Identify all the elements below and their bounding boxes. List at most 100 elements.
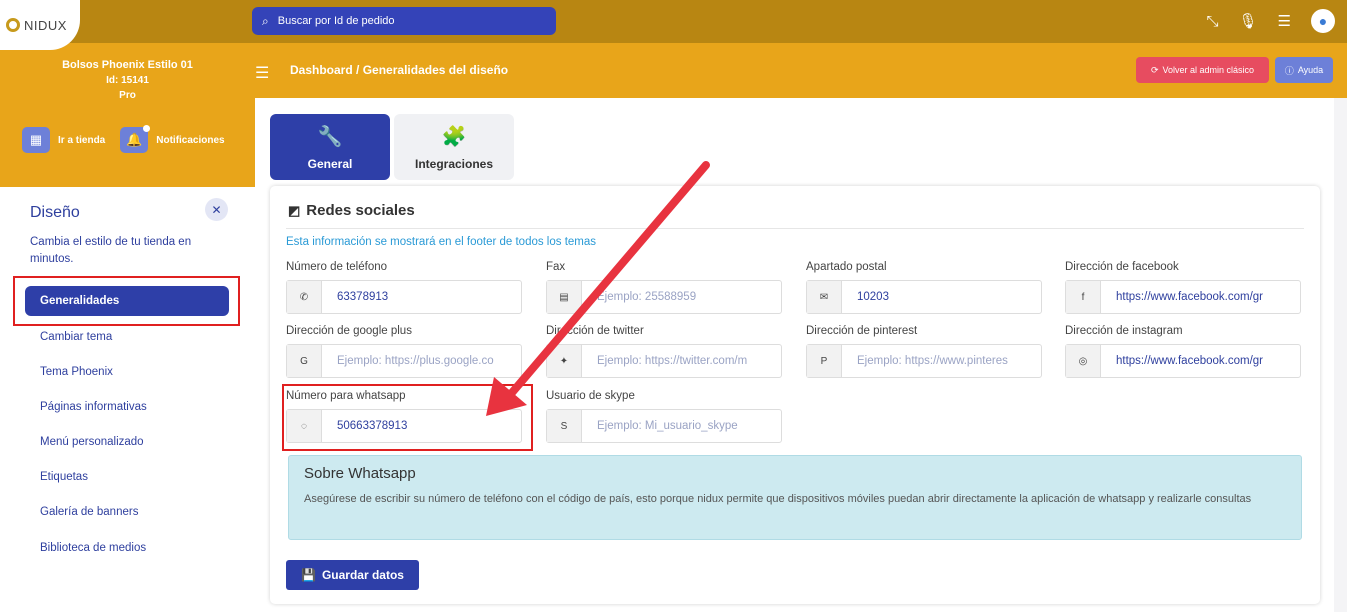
puzzle-icon: 🧩 bbox=[441, 125, 467, 148]
whatsapp-info-alert: Sobre Whatsapp Asegúrese de escribir su … bbox=[288, 455, 1302, 540]
twitter-label: Dirección de twitter bbox=[546, 325, 644, 337]
twitter-icon: ✦ bbox=[547, 345, 582, 377]
store-name: Bolsos Phoenix Estilo 01 bbox=[62, 59, 193, 71]
fax-input[interactable] bbox=[582, 281, 781, 313]
google-plus-field: Dirección de google plus G bbox=[286, 325, 522, 378]
skype-label: Usuario de skype bbox=[546, 390, 635, 402]
logo[interactable]: NIDUX bbox=[0, 0, 80, 50]
skype-input[interactable] bbox=[582, 410, 781, 442]
tab-integraciones[interactable]: 🧩 Integraciones bbox=[394, 114, 514, 180]
fax-field: Fax ▤ bbox=[546, 261, 782, 314]
whatsapp-input[interactable] bbox=[322, 410, 521, 442]
alert-text: Asegúrese de escribir su número de teléf… bbox=[304, 493, 1252, 505]
store-plan: Pro bbox=[119, 90, 136, 101]
facebook-label: Dirección de facebook bbox=[1065, 261, 1179, 273]
alert-title: Sobre Whatsapp bbox=[304, 465, 416, 482]
breadcrumb-separator: / bbox=[356, 63, 360, 77]
instagram-icon: ◎ bbox=[1066, 345, 1101, 377]
sidebar-item-generalidades[interactable]: Generalidades bbox=[25, 286, 229, 316]
breadcrumb-bar: ☰ Dashboard / Generalidades del diseño ⟳… bbox=[255, 43, 1347, 98]
skype-field: Usuario de skype S bbox=[546, 390, 782, 443]
help-label: Ayuda bbox=[1297, 65, 1324, 75]
help-button[interactable]: ⓘ Ayuda bbox=[1275, 57, 1333, 83]
sidebar-item-galeria-banners[interactable]: Galería de banners bbox=[40, 506, 138, 518]
pinterest-label: Dirección de pinterest bbox=[806, 325, 918, 337]
fax-icon: ▤ bbox=[547, 281, 582, 313]
notification-dot bbox=[143, 125, 151, 132]
facebook-input[interactable] bbox=[1101, 281, 1300, 313]
sidebar-item-cambiar-tema[interactable]: Cambiar tema bbox=[40, 331, 112, 343]
search-bar[interactable]: ⌕ Buscar por Id de pedido bbox=[252, 7, 556, 35]
sidebar-item-tema-phoenix[interactable]: Tema Phoenix bbox=[40, 366, 113, 378]
store-icon[interactable]: ▦ bbox=[22, 127, 50, 153]
facebook-icon: f bbox=[1066, 281, 1101, 313]
collapse-icon[interactable]: ⤡ bbox=[1206, 13, 1218, 30]
social-networks-card: ◩ Redes sociales Esta información se most… bbox=[270, 186, 1320, 604]
breadcrumb-dashboard[interactable]: Dashboard bbox=[290, 63, 353, 77]
card-divider bbox=[286, 228, 1304, 229]
sidebar-item-etiquetas[interactable]: Etiquetas bbox=[40, 471, 88, 483]
phone-field: Número de teléfono ✆ bbox=[286, 261, 522, 314]
tab-general[interactable]: 🔧 General bbox=[270, 114, 390, 180]
postal-input[interactable] bbox=[842, 281, 1041, 313]
old-admin-button[interactable]: ⟳ Volver al admin clásico bbox=[1136, 57, 1269, 83]
instagram-field: Dirección de instagram ◎ bbox=[1065, 325, 1301, 378]
google-plus-input[interactable] bbox=[322, 345, 521, 377]
top-bar bbox=[0, 0, 1347, 43]
bell-icon[interactable]: 🔔 bbox=[120, 125, 151, 153]
postal-label: Apartado postal bbox=[806, 261, 887, 273]
info-icon: ⓘ bbox=[1284, 65, 1294, 76]
pinterest-input[interactable] bbox=[842, 345, 1041, 377]
twitter-field: Dirección de twitter ✦ bbox=[546, 325, 782, 378]
instagram-label: Dirección de instagram bbox=[1065, 325, 1183, 337]
store-id: Id: 15141 bbox=[106, 75, 149, 86]
instagram-input[interactable] bbox=[1101, 345, 1300, 377]
tab-general-label: General bbox=[307, 156, 353, 171]
logo-text: NIDUX bbox=[24, 17, 67, 33]
google-plus-icon: G bbox=[287, 345, 322, 377]
refresh-icon: ⟳ bbox=[1150, 64, 1159, 75]
floppy-disk-icon: 💾 bbox=[301, 568, 316, 582]
settings-sliders-icon[interactable]: ☰ bbox=[1278, 12, 1291, 30]
user-avatar-icon[interactable]: ● bbox=[1311, 9, 1335, 33]
whatsapp-field: Número para whatsapp ◌ bbox=[286, 390, 522, 443]
microphone-icon[interactable]: 🎙 bbox=[1239, 12, 1258, 30]
phone-icon: ✆ bbox=[287, 281, 322, 313]
envelope-icon: ✉ bbox=[807, 281, 842, 313]
close-icon[interactable]: ✕ bbox=[205, 198, 228, 221]
card-title: ◩ Redes sociales bbox=[288, 202, 415, 219]
search-icon: ⌕ bbox=[262, 13, 269, 28]
wrench-icon: 🔧 bbox=[317, 125, 343, 148]
sidebar-item-paginas-informativas[interactable]: Páginas informativas bbox=[40, 401, 147, 413]
twitter-input[interactable] bbox=[582, 345, 781, 377]
card-title-text: Redes sociales bbox=[306, 202, 415, 219]
whatsapp-icon: ◌ bbox=[287, 410, 322, 442]
top-icons: ⤡ 🎙 ☰ ● bbox=[1206, 9, 1335, 33]
whatsapp-label: Número para whatsapp bbox=[286, 390, 406, 402]
logo-mark-icon bbox=[6, 18, 20, 32]
pinterest-icon: P bbox=[807, 345, 842, 377]
save-label: Guardar datos bbox=[321, 568, 404, 582]
tab-integraciones-label: Integraciones bbox=[414, 156, 494, 171]
postal-field: Apartado postal ✉ bbox=[806, 261, 1042, 314]
share-icon: ◩ bbox=[288, 203, 301, 218]
store-actions: ▦ Ir a tienda 🔔 Notificaciones bbox=[22, 125, 240, 153]
sidebar-description: Cambia el estilo de tu tienda en minutos… bbox=[30, 236, 192, 265]
search-placeholder: Buscar por Id de pedido bbox=[277, 15, 395, 27]
pinterest-field: Dirección de pinterest P bbox=[806, 325, 1042, 378]
old-admin-label: Volver al admin clásico bbox=[1162, 65, 1255, 75]
facebook-field: Dirección de facebook f bbox=[1065, 261, 1301, 314]
sidebar-item-menu-personalizado[interactable]: Menú personalizado bbox=[40, 436, 144, 448]
notifications-link[interactable]: Notificaciones bbox=[156, 135, 224, 146]
fax-label: Fax bbox=[546, 261, 566, 273]
sidebar-item-biblioteca-medios[interactable]: Biblioteca de medios bbox=[40, 542, 146, 554]
breadcrumb-current: Generalidades del diseño bbox=[362, 63, 509, 77]
store-info-panel: Bolsos Phoenix Estilo 01 Id: 15141 Pro ▦… bbox=[0, 43, 255, 187]
google-plus-label: Dirección de google plus bbox=[286, 325, 412, 337]
hamburger-menu-icon[interactable]: ☰ bbox=[255, 63, 269, 83]
card-note: Esta información se mostrará en el foote… bbox=[286, 236, 597, 248]
breadcrumb: Dashboard / Generalidades del diseño bbox=[290, 63, 508, 77]
phone-input[interactable] bbox=[322, 281, 521, 313]
save-button[interactable]: 💾 Guardar datos bbox=[286, 560, 419, 590]
go-to-store-link[interactable]: Ir a tienda bbox=[58, 135, 105, 146]
